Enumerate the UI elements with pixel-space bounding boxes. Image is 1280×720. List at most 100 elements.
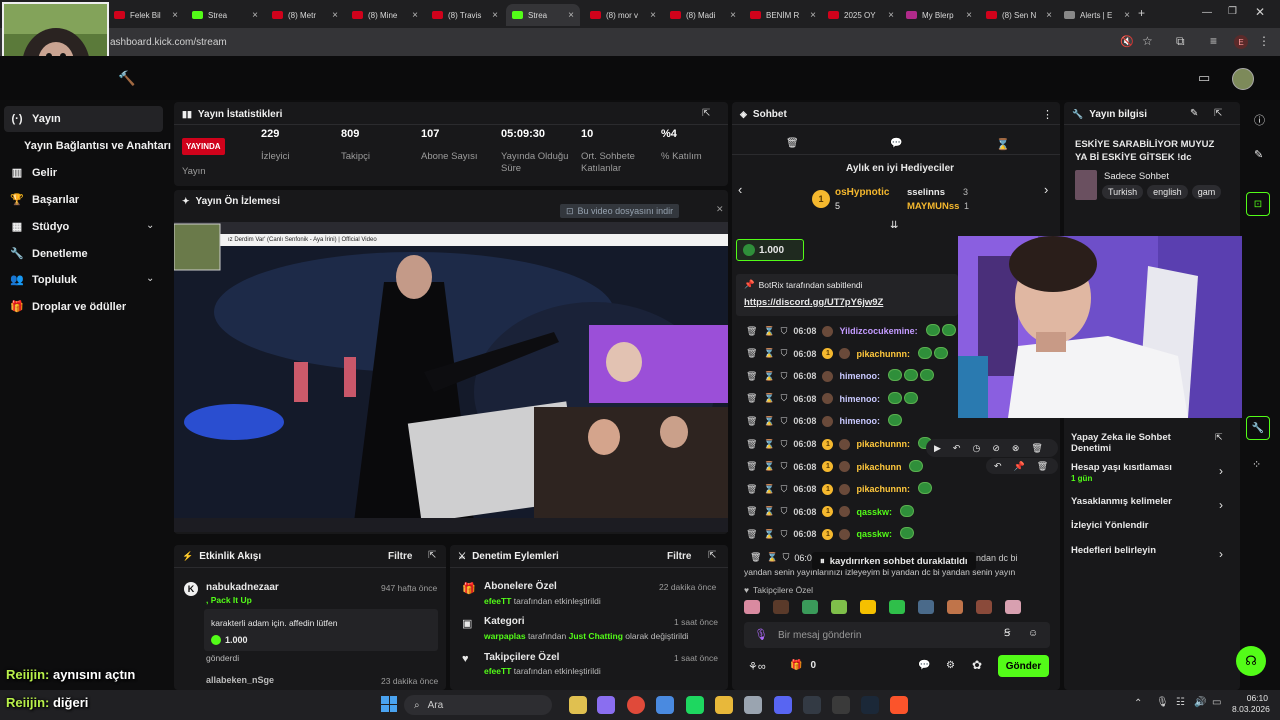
sidebar-item[interactable]: 🔧 Denetleme (10, 247, 88, 261)
close-tab-icon[interactable]: × (1124, 10, 1130, 21)
chevron-right-icon[interactable]: › (1219, 498, 1223, 512)
pinned-link[interactable]: https://discord.gg/UT7pY6jw9Z (744, 297, 883, 308)
close-tab-icon[interactable]: × (412, 10, 418, 21)
stream-preview-video[interactable] (174, 222, 728, 532)
chat-username[interactable]: pikachunn (856, 462, 901, 472)
kicks-balance[interactable]: 1.000 (736, 239, 804, 261)
close-tab-icon[interactable]: × (252, 10, 258, 21)
hourglass-icon[interactable]: ⌛ (763, 461, 774, 472)
close-prompt-icon[interactable]: ✕ (716, 204, 724, 215)
trash-icon[interactable]: 🗑 (746, 393, 757, 404)
copilot-icon[interactable] (597, 696, 615, 714)
windows-start-icon[interactable] (381, 696, 397, 712)
browser-tab[interactable]: Strea × (506, 4, 580, 26)
spotify-icon[interactable] (686, 696, 704, 714)
chevron-down-icon[interactable]: ⌄ (146, 220, 154, 231)
hourglass-icon[interactable]: ⌛ (763, 393, 774, 404)
apps-icon[interactable]: ⁘ (1252, 458, 1261, 471)
emoji-icon[interactable]: ☺ (1028, 628, 1038, 639)
emote-icon[interactable] (918, 600, 934, 614)
sidebar-item[interactable]: (·) Yayın (10, 113, 61, 125)
gift-counter[interactable]: 🎁 0 (790, 660, 816, 671)
chat-message[interactable]: 🗑 ⌛ ⛉ 06:08 1 pikachunn (746, 458, 924, 476)
browser-tab[interactable]: My Blerp × (900, 4, 978, 26)
emote-icon[interactable] (1005, 600, 1021, 614)
support-headset-icon[interactable]: ☊ (1236, 646, 1266, 676)
hourglass-icon[interactable]: ⌛ (763, 326, 774, 337)
pin-icon[interactable]: 📌 (1014, 461, 1025, 472)
emote-icon[interactable] (831, 600, 847, 614)
mic-icon[interactable]: 🎙 (754, 628, 768, 641)
chat-message[interactable]: 🗑 ⌛ ⛉ 06:08 Yildizcocukemine: (746, 322, 956, 340)
browser-tab[interactable]: Alerts | E × (1058, 4, 1136, 26)
clock[interactable]: 06:10 8.03.2026 (1232, 693, 1270, 715)
chat-bubble-icon[interactable]: 💬 (918, 660, 930, 671)
restore-icon[interactable]: ❐ (1228, 6, 1237, 17)
popout-icon[interactable]: ⇱ (702, 108, 710, 119)
mic-tray-icon[interactable]: 🎙 (1156, 697, 1169, 708)
network-icon[interactable]: ☷ (1176, 697, 1185, 708)
edit-pencil-icon[interactable]: ✎ (1190, 108, 1198, 119)
emote-icon[interactable] (773, 600, 789, 614)
close-tab-icon[interactable]: × (332, 10, 338, 21)
steam-icon[interactable] (861, 696, 879, 714)
gifter-name[interactable]: sselinns (907, 187, 945, 198)
edit-pencil-icon[interactable]: ✎ (1254, 148, 1263, 161)
terminal-icon[interactable] (803, 696, 821, 714)
browser-tab[interactable]: Strea × (186, 4, 264, 26)
sidebar-item[interactable]: 🎁 Droplar ve ödüller (10, 300, 126, 314)
delete-icon[interactable]: 🗑 (1037, 461, 1048, 472)
gifter-name[interactable]: MAYMUNss (907, 201, 959, 212)
hourglass-icon[interactable]: ⌛ (763, 416, 774, 427)
translate-icon[interactable]: Ꞩ (1004, 628, 1010, 639)
store-icon[interactable] (656, 696, 674, 714)
chat-username[interactable]: himenoo: (839, 416, 880, 426)
chat-message[interactable]: 🗑 ⌛ ⛉ 06:08 1 qasskw: (746, 525, 914, 543)
trash-icon[interactable]: 🗑 (750, 552, 761, 563)
sidebar-item[interactable]: 👥 Topluluk (10, 273, 77, 287)
chevron-right-icon[interactable]: › (1219, 547, 1223, 561)
media-control-icon[interactable]: ≡ (1210, 34, 1217, 48)
browser-tab[interactable]: (8) Sen N × (980, 4, 1058, 26)
stream-tag[interactable]: Turkish (1102, 185, 1144, 199)
chrome-icon[interactable] (627, 696, 645, 714)
hourglass-icon[interactable]: ⌛ (766, 552, 777, 563)
close-tab-icon[interactable]: × (492, 10, 498, 21)
close-tab-icon[interactable]: × (568, 10, 574, 21)
delete-icon[interactable]: 🗑 (1031, 443, 1042, 454)
chat-message[interactable]: 🗑 ⌛ ⛉ 06:08 1 pikachunnn: (746, 480, 932, 498)
chat-username[interactable]: pikachunnn: (856, 439, 910, 449)
trash-icon[interactable]: 🗑 (786, 138, 799, 149)
event-user[interactable]: allabeken_nSge (206, 675, 274, 685)
popout-icon[interactable]: ⇱ (708, 550, 716, 561)
popout-icon[interactable]: ⇱ (428, 550, 436, 561)
battery-icon[interactable]: ▭ (1212, 697, 1221, 708)
emote-icon[interactable] (889, 600, 905, 614)
extensions-icon[interactable]: ⧉ (1176, 34, 1185, 49)
kicks-icon[interactable]: ⚘∞ (748, 660, 766, 673)
setting-row[interactable]: Hesap yaşı kısıtlaması 1 gün › (1071, 462, 1231, 483)
trash-icon[interactable]: 🗑 (746, 484, 757, 495)
chevron-right-icon[interactable]: › (1219, 464, 1223, 478)
trash-icon[interactable]: 🗑 (746, 326, 757, 337)
hourglass-icon[interactable]: ⌛ (763, 348, 774, 359)
chat-username[interactable]: qasskw: (856, 507, 892, 517)
chat-username[interactable]: himenoo: (839, 371, 880, 381)
obs-icon[interactable] (832, 696, 850, 714)
undo-icon[interactable]: ↶ (953, 443, 961, 454)
mod-filter-button[interactable]: Filtre (667, 551, 691, 562)
emote-icon[interactable] (802, 600, 818, 614)
screen-icon[interactable]: ▭ (1198, 70, 1210, 86)
close-window-icon[interactable]: ✕ (1255, 5, 1265, 19)
trash-icon[interactable]: 🗑 (746, 348, 757, 359)
chevron-left-icon[interactable]: ‹ (738, 182, 742, 197)
browser-tab[interactable]: (8) Metr × (266, 4, 344, 26)
emote-icon[interactable] (976, 600, 992, 614)
close-tab-icon[interactable]: × (966, 10, 972, 21)
sidebar-item[interactable]: 🏆 Başarılar (10, 193, 79, 207)
browser-tab[interactable]: Felek Bil × (108, 4, 184, 26)
chat-message[interactable]: 🗑 ⌛ ⛉ 06:08 1 pikachunnn: (746, 345, 948, 363)
unmod-icon[interactable]: ⊘ (992, 443, 1000, 454)
ban-icon[interactable]: ⊗ (1012, 443, 1020, 454)
folder-icon[interactable] (715, 696, 733, 714)
